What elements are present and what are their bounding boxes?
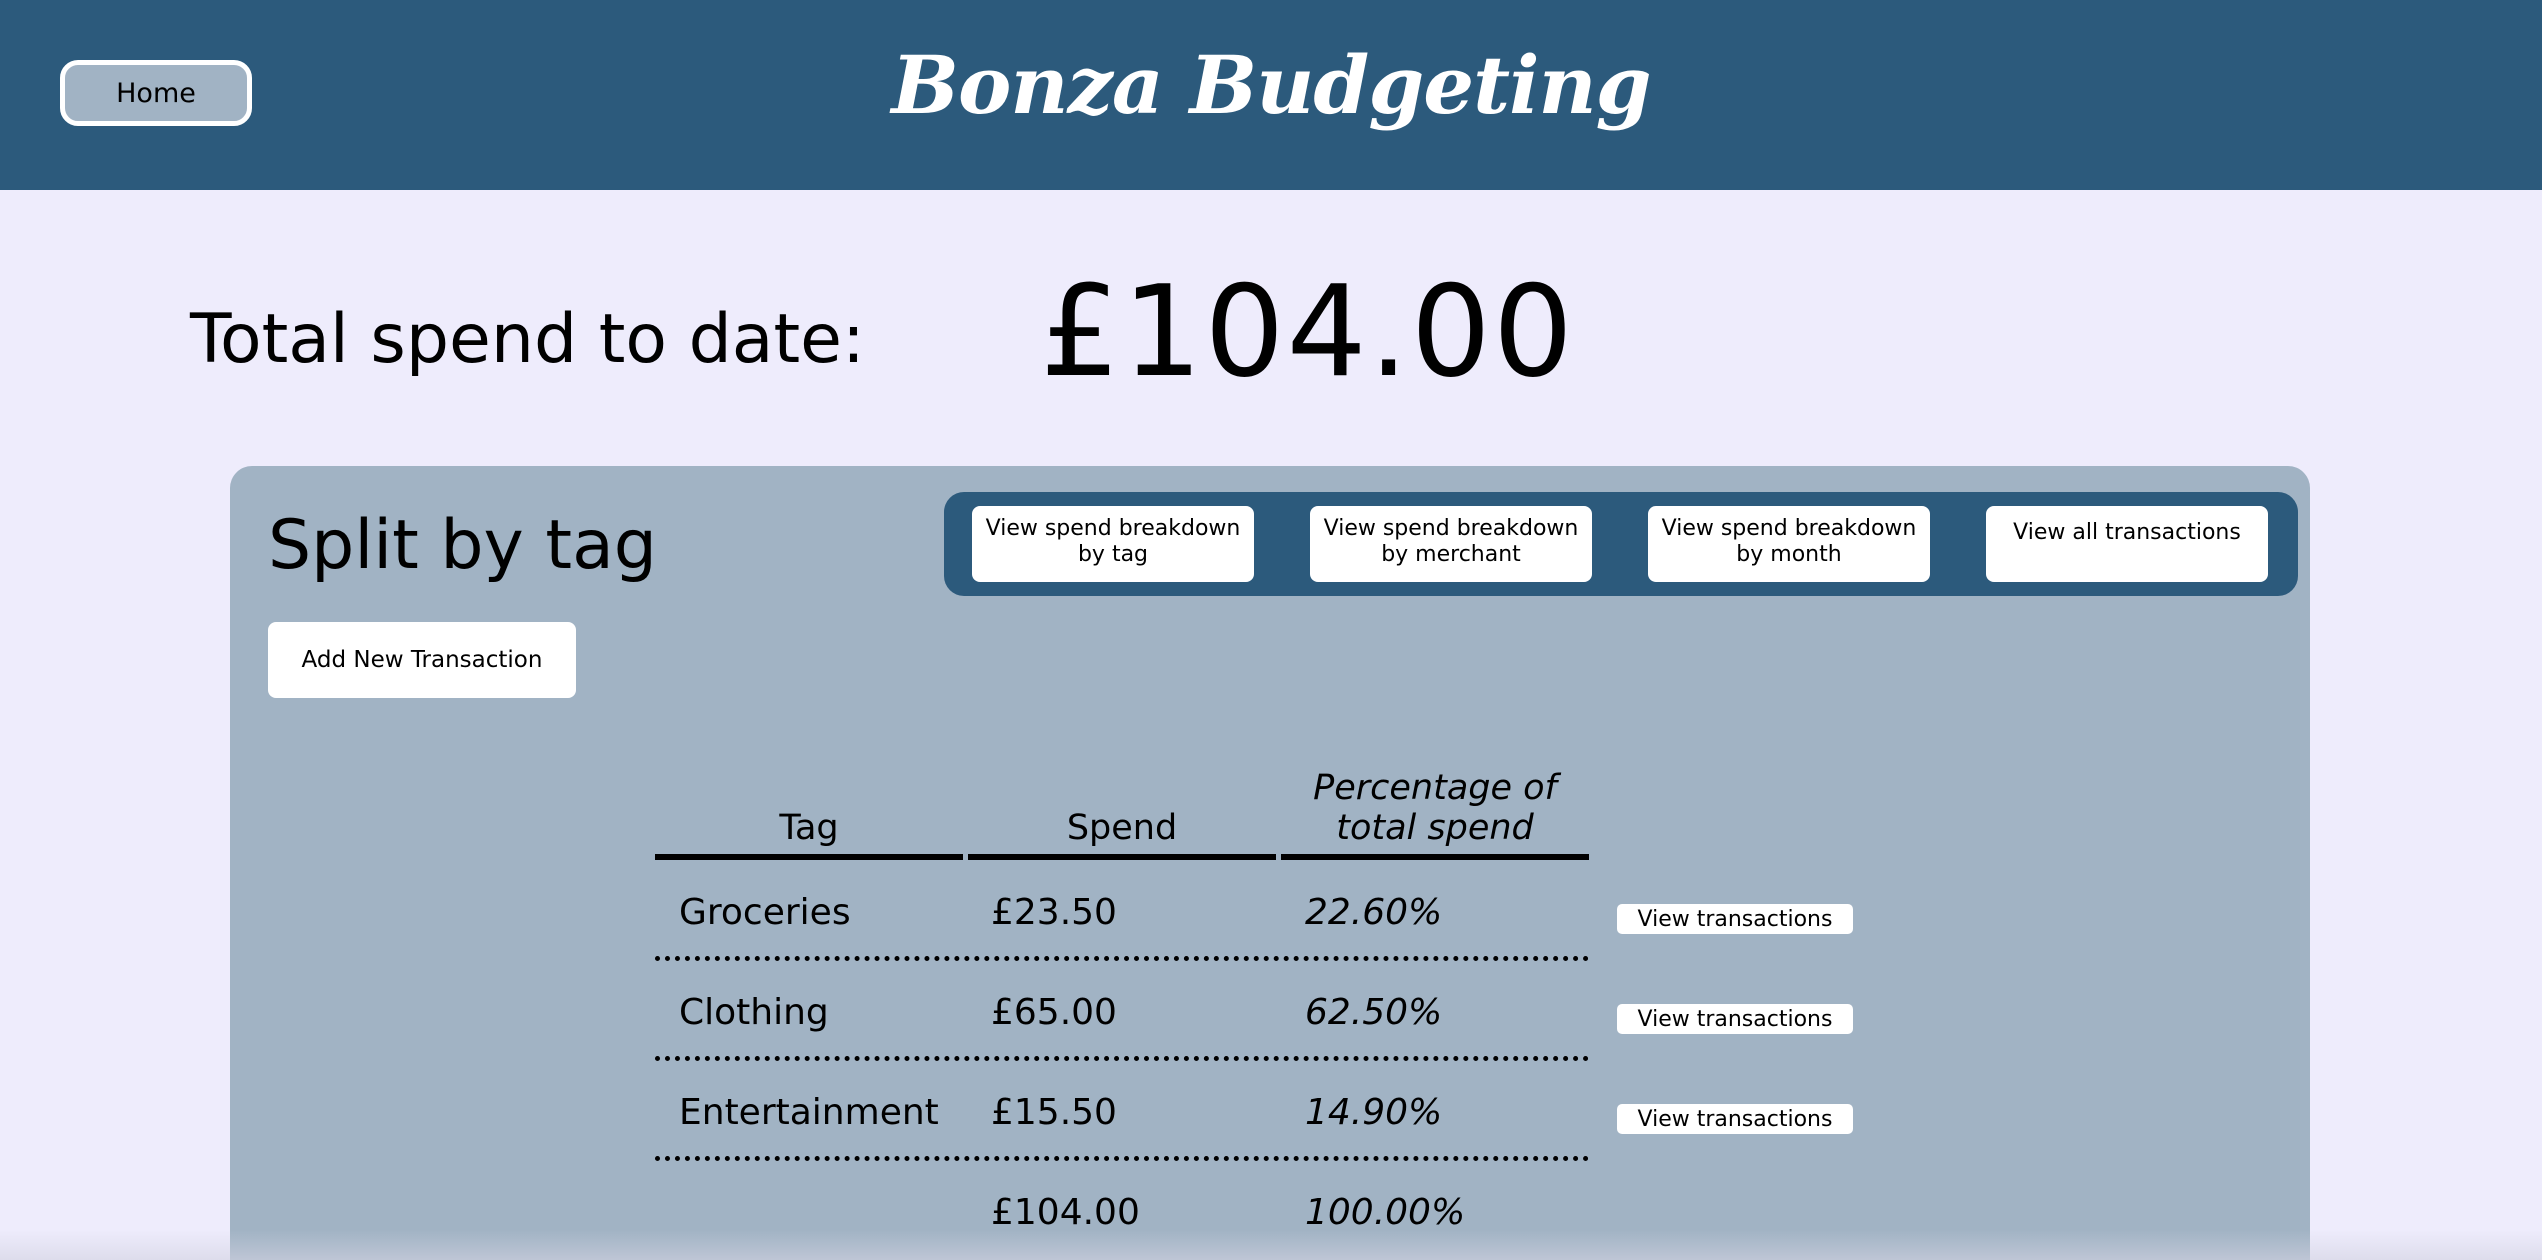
top-header: Home Bonza Budgeting <box>0 0 2542 190</box>
row-spend: £23.50 <box>991 892 1117 933</box>
brand-title: Bonza Budgeting <box>891 38 1651 132</box>
total-spend-cell: £104.00 <box>991 1192 1140 1233</box>
panel-title: Split by tag <box>268 506 657 585</box>
row-percent: 14.90% <box>1305 1092 1443 1133</box>
view-all-transactions-button[interactable]: View all transactions <box>1986 506 2268 582</box>
view-nav-bar: View spend breakdown by tag View spend b… <box>944 492 2298 596</box>
column-header-tag: Tag <box>655 766 963 860</box>
row-tag: Groceries <box>679 892 851 933</box>
column-header-spend: Spend <box>968 766 1276 860</box>
total-spend-label: Total spend to date: <box>190 300 865 379</box>
row-divider <box>655 1156 1589 1161</box>
add-transaction-button[interactable]: Add New Transaction <box>268 622 576 698</box>
view-by-merchant-button[interactable]: View spend breakdown by merchant <box>1310 506 1592 582</box>
row-divider <box>655 956 1589 961</box>
view-transactions-button[interactable]: View transactions <box>1617 904 1853 934</box>
breakdown-panel: Split by tag Add New Transaction View sp… <box>230 466 2310 1260</box>
row-spend: £65.00 <box>991 992 1117 1033</box>
row-percent: 62.50% <box>1305 992 1443 1033</box>
row-tag: Entertainment <box>679 1092 939 1133</box>
view-transactions-button[interactable]: View transactions <box>1617 1104 1853 1134</box>
total-percent-cell: 100.00% <box>1305 1192 1466 1233</box>
row-tag: Clothing <box>679 992 829 1033</box>
view-transactions-button[interactable]: View transactions <box>1617 1004 1853 1034</box>
column-header-percentage: Percentage of total spend <box>1281 766 1589 860</box>
total-spend-value: £104.00 <box>1040 258 1576 405</box>
row-percent: 22.60% <box>1305 892 1443 933</box>
row-spend: £15.50 <box>991 1092 1117 1133</box>
row-divider <box>655 1056 1589 1061</box>
view-by-month-button[interactable]: View spend breakdown by month <box>1648 506 1930 582</box>
view-by-tag-button[interactable]: View spend breakdown by tag <box>972 506 1254 582</box>
